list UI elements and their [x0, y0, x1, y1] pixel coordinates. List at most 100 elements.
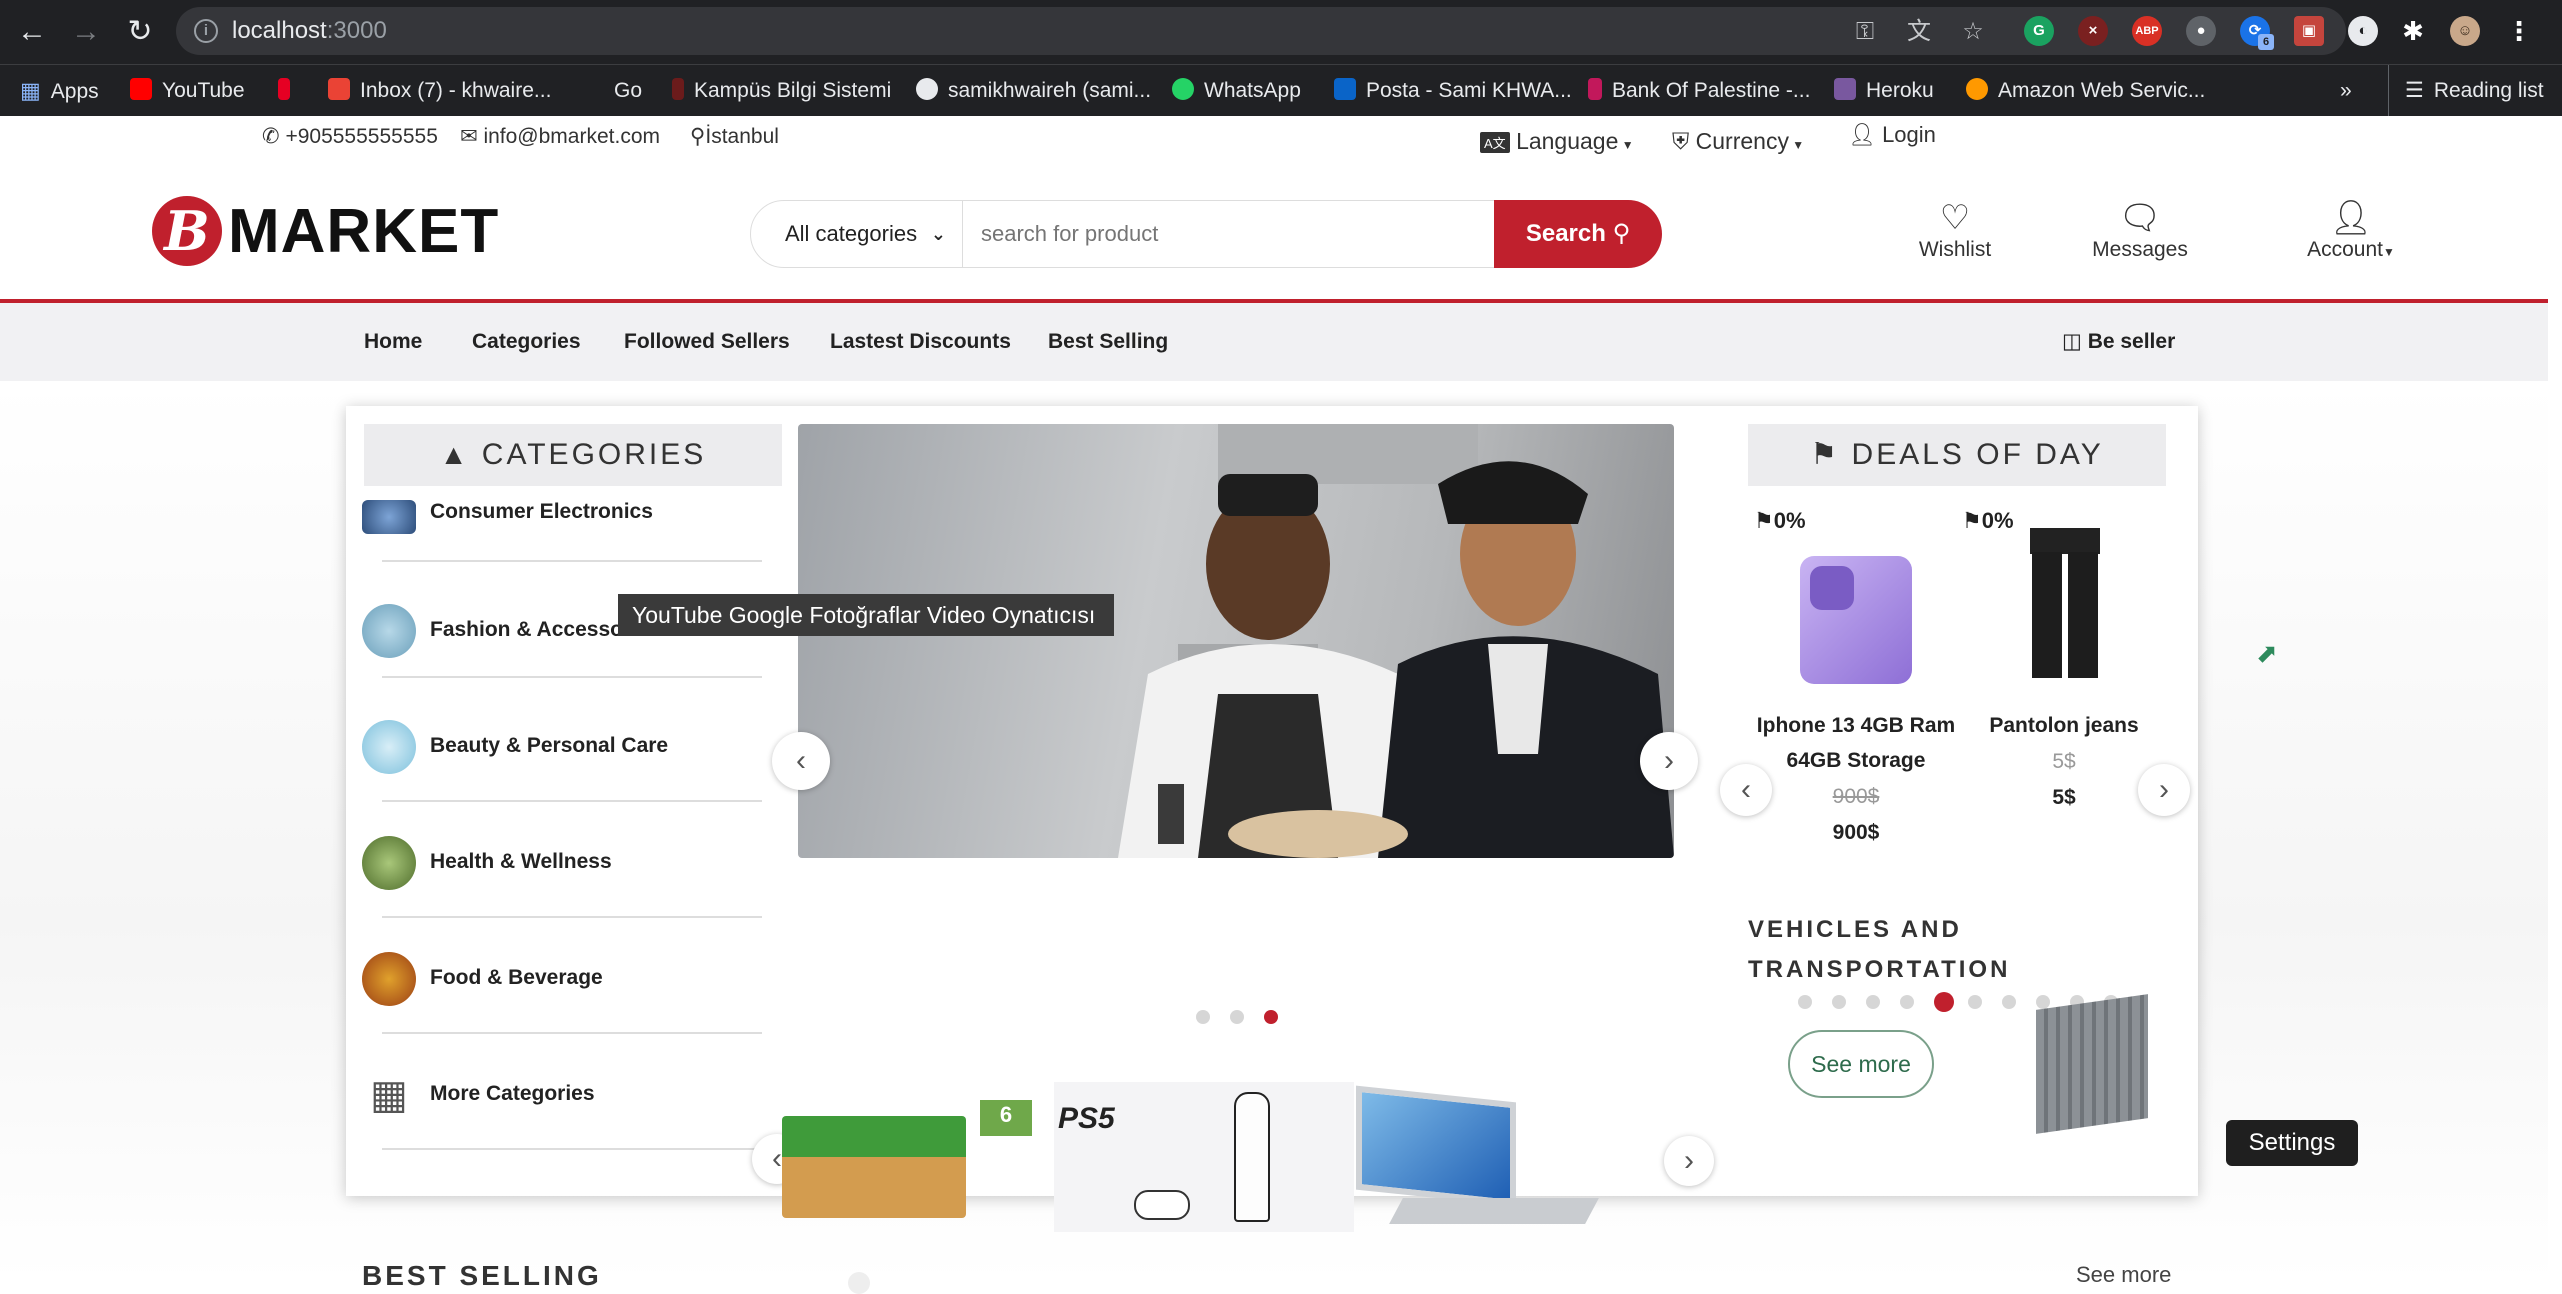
category-more[interactable]: ▦ More Categories — [362, 1068, 762, 1150]
jeans-leg — [2032, 552, 2062, 678]
bookmark-youtube[interactable]: YouTube — [130, 65, 245, 117]
bookmark-aws[interactable]: Amazon Web Servic... — [1966, 65, 2205, 117]
nav-latest-discounts[interactable]: Lastest Discounts — [830, 303, 1011, 381]
categories-header: ▲ CATEGORIES — [364, 424, 782, 486]
menu-kebab-icon[interactable]: ⋮ — [2504, 16, 2534, 46]
scroll-indicator — [848, 1272, 870, 1294]
ps5-logo: PS5 — [1058, 1102, 1115, 1135]
mouse-cursor-icon: ⬈ — [2256, 638, 2278, 668]
address-bar[interactable]: i localhost:3000 ⚿ 文 ☆ — [176, 7, 2346, 55]
more-bookmarks-icon[interactable]: » — [2340, 65, 2352, 117]
profile-avatar-icon[interactable]: ☺ — [2450, 16, 2480, 46]
puzzle-icon[interactable]: ✱ — [2398, 16, 2428, 46]
deal-discount: ⚑0% — [1962, 508, 2014, 533]
bookmark-icon-only[interactable] — [278, 65, 300, 117]
tag-icon: ⚑ — [1962, 508, 1982, 533]
search-input[interactable] — [981, 201, 1481, 267]
category-food-beverage[interactable]: Food & Beverage — [362, 952, 762, 1034]
vehicles-see-more-button[interactable]: See more — [1788, 1030, 1934, 1098]
bookmark-outlook[interactable]: Posta - Sami KHWA... — [1334, 65, 1572, 117]
chefs-photo — [1118, 424, 1674, 858]
nav-followed-sellers[interactable]: Followed Sellers — [624, 303, 790, 381]
reading-list-icon: ☰ — [2405, 79, 2424, 102]
deals-dot[interactable] — [2036, 995, 2050, 1009]
deal-name: Pantolon jeans — [1989, 714, 2139, 737]
product-badge: 6 — [980, 1100, 1032, 1136]
extension-icon[interactable]: ● — [2186, 16, 2216, 46]
search-button[interactable]: Search ⚲ — [1494, 200, 1662, 268]
browser-toolbar: ← → ↻ i localhost:3000 ⚿ 文 ☆ G × ABP ● ⟳… — [0, 0, 2562, 64]
extension-icon[interactable]: ⟳ 6 — [2240, 16, 2274, 50]
bookmark-github[interactable]: samikhwaireh (sami... — [916, 65, 1151, 117]
nav-best-selling[interactable]: Best Selling — [1048, 303, 1168, 381]
account-dropdown[interactable]: 👤︎ Account▼ — [2296, 198, 2406, 262]
deals-dot[interactable] — [1900, 995, 1914, 1009]
extension-icon[interactable]: × — [2078, 16, 2108, 46]
deal-card-jeans[interactable]: Pantolon jeans 5$ 5$ — [1974, 708, 2154, 816]
bookmark-heroku[interactable]: Heroku — [1834, 65, 1934, 117]
deal-card-iphone[interactable]: Iphone 13 4GB Ram 64GB Storage 900$ 900$ — [1746, 708, 1966, 850]
hero-dot-active[interactable] — [1264, 1010, 1278, 1024]
deals-dot[interactable] — [1832, 995, 1846, 1009]
hero-dot[interactable] — [1196, 1010, 1210, 1024]
laptop-product-image[interactable] — [1356, 1085, 1599, 1244]
extension-icon[interactable]: ◐ — [2348, 16, 2378, 46]
deals-dot[interactable] — [2002, 995, 2016, 1009]
logo-text: MARKET — [228, 197, 500, 266]
jeans-product-image[interactable] — [2030, 528, 2100, 678]
heroku-icon — [1834, 78, 1856, 101]
bookmark-bank[interactable]: Bank Of Palestine -... — [1588, 65, 1810, 117]
best-selling-see-more[interactable]: See more — [2076, 1262, 2171, 1288]
camera-module — [1810, 566, 1854, 610]
currency-dropdown[interactable]: ⛨ Currency ▼ — [1672, 128, 1804, 155]
controller-shape — [1134, 1190, 1190, 1220]
bookmark-go[interactable]: Go — [614, 65, 642, 117]
deals-dot[interactable] — [1968, 995, 1982, 1009]
url-text: localhost:3000 — [232, 17, 387, 44]
bookmark-reading-list[interactable]: ☰ Reading list — [2388, 65, 2544, 117]
chevron-down-icon: ⌄ — [930, 224, 946, 244]
bookmark-kampus[interactable]: Kampüs Bilgi Sistemi — [672, 65, 891, 117]
adblock-extension-icon[interactable]: ABP — [2132, 16, 2162, 46]
deals-dot[interactable] — [1798, 995, 1812, 1009]
bookmark-star-icon[interactable]: ☆ — [1958, 17, 1988, 47]
category-health-wellness[interactable]: Health & Wellness — [362, 836, 762, 918]
be-seller-link[interactable]: ◫ Be seller — [2062, 303, 2175, 381]
hero-banner-image[interactable] — [798, 424, 1674, 858]
wishlist-link[interactable]: ♡ Wishlist — [1910, 198, 2000, 262]
grammarly-extension-icon[interactable]: G — [2024, 16, 2054, 46]
category-select[interactable]: All categories ⌄ — [751, 201, 963, 267]
reload-icon[interactable]: ↻ — [120, 12, 160, 52]
nav-categories[interactable]: Categories — [472, 303, 581, 381]
back-icon[interactable]: ← — [12, 12, 52, 52]
deals-dot-active[interactable] — [1934, 992, 1954, 1012]
ps5-product-image[interactable]: PS5 — [1054, 1082, 1354, 1232]
key-icon[interactable]: ⚿ — [1850, 17, 1880, 47]
deal-old-price: 5$ — [2052, 750, 2076, 773]
hero-dot[interactable] — [1230, 1010, 1244, 1024]
category-beauty-personal-care[interactable]: Beauty & Personal Care — [362, 720, 762, 802]
bookmark-gmail[interactable]: Inbox (7) - khwaire... — [328, 65, 551, 117]
health-thumbnail — [362, 836, 416, 890]
hero-prev-button[interactable]: ‹ — [772, 732, 830, 790]
extension-icon[interactable]: ▣ — [2294, 16, 2324, 46]
contact-email[interactable]: ✉ info@bmarket.com — [460, 124, 660, 149]
tag-icon: ⚑ — [1754, 508, 1774, 533]
translate-icon[interactable]: 文 — [1904, 17, 1934, 47]
food-product-image[interactable] — [782, 1116, 966, 1218]
forward-icon[interactable]: → — [66, 12, 106, 52]
bookmarks-bar: ▦ Apps YouTube Inbox (7) - khwaire... Go … — [0, 64, 2562, 117]
category-consumer-electronics[interactable]: Consumer Electronics — [362, 496, 762, 576]
bookmark-whatsapp[interactable]: WhatsApp — [1172, 65, 1301, 117]
bookmark-apps[interactable]: ▦ Apps — [20, 65, 99, 117]
nav-home[interactable]: Home — [364, 303, 422, 381]
language-dropdown[interactable]: A文 Language ▼ — [1480, 128, 1634, 155]
hero-next-button[interactable]: › — [1640, 732, 1698, 790]
shipping-container-image[interactable] — [2036, 994, 2148, 1134]
site-info-icon[interactable]: i — [194, 19, 218, 43]
deals-dot[interactable] — [1866, 995, 1880, 1009]
messages-link[interactable]: 🗨︎ Messages — [2088, 198, 2192, 262]
strip-next-button[interactable]: › — [1664, 1136, 1714, 1186]
iphone-product-image[interactable] — [1800, 556, 1912, 684]
login-link[interactable]: 👤︎ Login — [1848, 122, 1936, 148]
